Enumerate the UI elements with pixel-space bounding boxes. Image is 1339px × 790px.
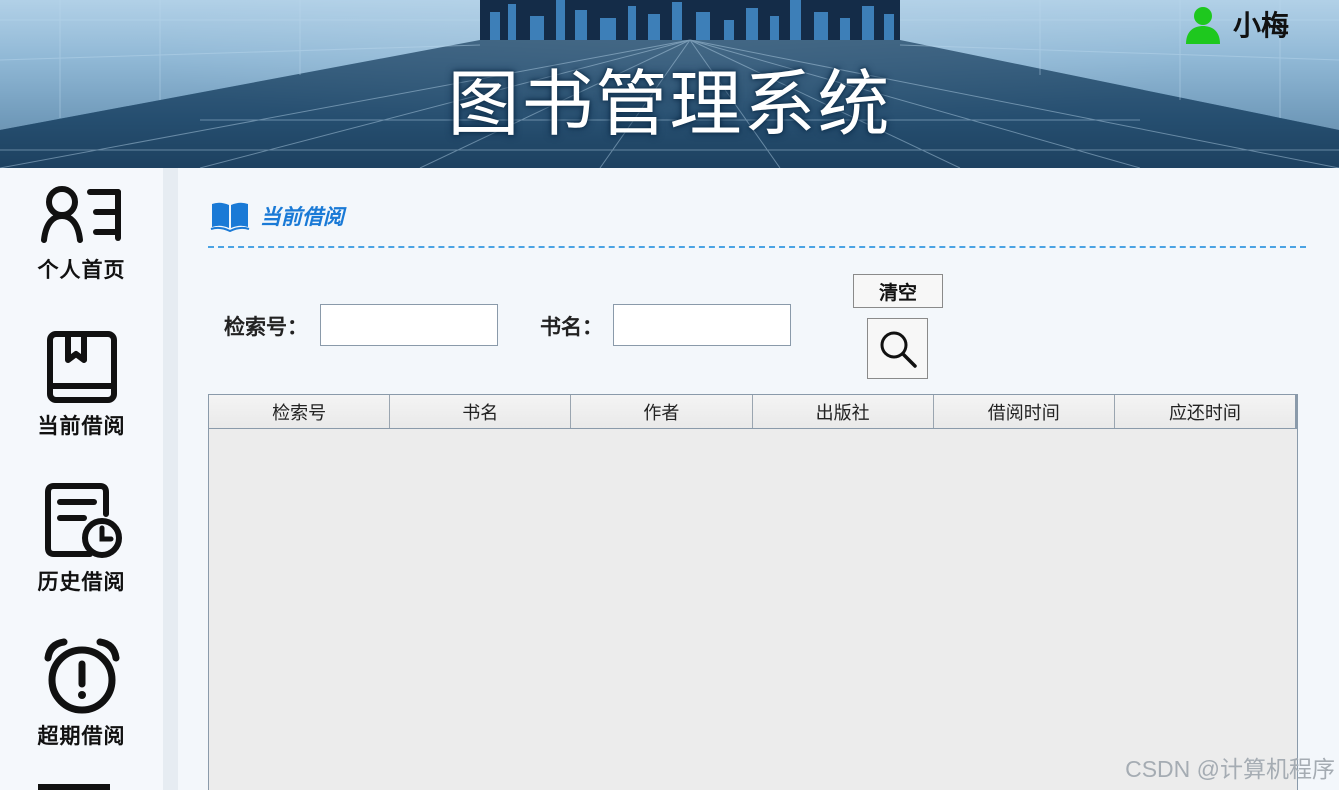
sidebar-item-label: 个人首页 <box>37 258 126 282</box>
profile-list-icon <box>40 186 121 243</box>
sidebar: 个人首页 当前借阅 历史借阅 超期借阅 <box>0 168 163 790</box>
alarm-clock-icon <box>44 638 119 714</box>
sidebar-item-label: 超期借阅 <box>37 724 126 748</box>
sidebar-item-current-borrow[interactable]: 当前借阅 <box>0 328 163 440</box>
book-icon <box>46 331 117 403</box>
header-banner: 图书管理系统 小梅 <box>0 0 1339 168</box>
column-header-index[interactable]: 检索号 <box>209 395 391 428</box>
section-header: 当前借阅 <box>210 200 344 232</box>
clear-button[interactable]: 清空 <box>853 274 943 308</box>
index-number-input[interactable] <box>320 304 498 346</box>
borrow-table: 检索号 书名 作者 出版社 借阅时间 应还时间 <box>208 394 1298 790</box>
search-button[interactable] <box>867 318 928 379</box>
user-name: 小梅 <box>1232 9 1289 42</box>
book-name-label: 书名： <box>540 315 603 339</box>
section-title: 当前借阅 <box>260 205 344 229</box>
sidebar-item-profile[interactable]: 个人首页 <box>0 182 163 284</box>
sidebar-item-label: 历史借阅 <box>37 570 126 594</box>
open-book-icon <box>210 202 250 232</box>
column-header-author[interactable]: 作者 <box>571 395 753 428</box>
sidebar-item-label: 当前借阅 <box>37 414 126 438</box>
sidebar-next-item-icon[interactable] <box>38 784 110 790</box>
book-name-input[interactable] <box>613 304 791 346</box>
watermark: CSDN @计算机程序 <box>1125 756 1335 782</box>
document-clock-icon <box>44 483 122 558</box>
magnifier-icon <box>880 331 917 368</box>
user-icon <box>1185 7 1220 44</box>
user-menu[interactable]: 小梅 <box>1183 4 1289 44</box>
section-divider <box>208 246 1306 248</box>
app-title: 图书管理系统 <box>447 62 892 146</box>
column-header-publisher[interactable]: 出版社 <box>752 395 934 428</box>
sidebar-item-history-borrow[interactable]: 历史借阅 <box>0 482 163 596</box>
column-header-due-time[interactable]: 应还时间 <box>1114 395 1298 428</box>
table-header: 检索号 书名 作者 出版社 借阅时间 应还时间 <box>209 395 1298 429</box>
column-header-title[interactable]: 书名 <box>390 395 572 428</box>
sidebar-separator <box>163 168 178 790</box>
sidebar-item-overdue-borrow[interactable]: 超期借阅 <box>0 636 163 750</box>
column-header-borrow-time[interactable]: 借阅时间 <box>933 395 1115 428</box>
index-label: 检索号： <box>224 315 308 339</box>
